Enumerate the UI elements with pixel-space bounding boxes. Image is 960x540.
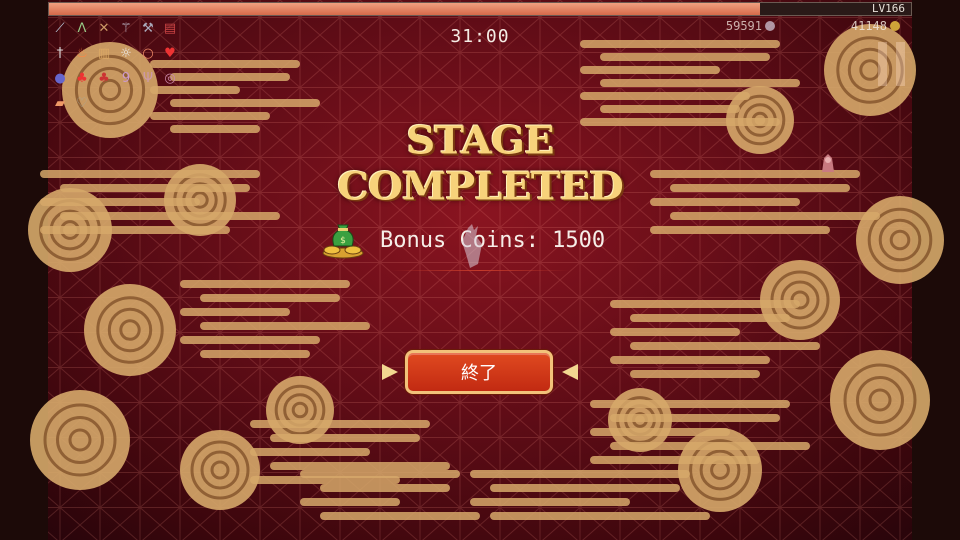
kill-count: 59591 <box>725 19 762 33</box>
ring-icon: ○ <box>142 45 154 61</box>
cloud-band <box>610 414 780 422</box>
title-line-1: STAGE <box>406 118 554 163</box>
cloud-band <box>270 462 450 470</box>
cloud-band <box>60 212 280 220</box>
selector-arrow-right-icon <box>562 364 578 380</box>
cloud-band <box>40 226 230 234</box>
cloud-swirl <box>30 390 130 490</box>
cloud-swirl <box>678 428 762 512</box>
cloud-band <box>590 456 760 464</box>
coin-icon <box>890 21 900 31</box>
pause-icon <box>878 42 887 86</box>
knife-icon: † <box>56 45 64 61</box>
game-screen: LV166 31:00 59591 41148 ⟋ ᐱ ✕ ⚚ ⚒ ▤ † ♨ ▥ ☼ ○ ♥ ● ♣ ♣ 9… <box>0 0 960 540</box>
clover-icon: ♣ <box>98 70 110 86</box>
pause-icon-bar <box>896 42 905 86</box>
cloud-band <box>600 79 800 87</box>
cloud-swirl <box>266 376 334 444</box>
stage-completed-title: STAGE COMPLETED <box>0 118 960 210</box>
cloud-band <box>670 212 880 220</box>
crossbow-icon: ✕ <box>98 20 110 36</box>
cloud-band <box>320 484 450 492</box>
heart-outline-icon: ♡ <box>76 95 88 111</box>
bomb-icon: ● <box>54 70 66 86</box>
heart-icon: ♥ <box>164 45 176 61</box>
cloud-band <box>610 442 810 450</box>
inventory-panel: ⟋ ᐱ ✕ ⚚ ⚒ ▤ † ♨ ▥ ☼ ○ ♥ ● ♣ ♣ 9 Ψ ◎ ▰ ♡ <box>50 18 190 118</box>
cloud-band <box>600 105 740 113</box>
tome-icon: ▥ <box>97 45 111 61</box>
cloud-band <box>590 428 730 436</box>
cloud-band <box>630 342 820 350</box>
wand-icon: ⚚ <box>120 20 132 36</box>
divider-line <box>390 270 570 271</box>
pause-button[interactable] <box>878 42 908 86</box>
cloud-band <box>610 300 800 308</box>
cloud-band <box>600 53 770 61</box>
fire-icon: ♨ <box>76 45 88 61</box>
cloud-band <box>270 434 420 442</box>
cloud-band <box>630 314 790 322</box>
ghost-sprite-icon <box>462 224 482 268</box>
inventory-row: † ♨ ▥ ☼ ○ ♥ <box>50 43 190 65</box>
cloud-band <box>470 470 690 478</box>
cloud-band <box>300 498 400 506</box>
gold-count: 41148 <box>850 19 887 33</box>
cloud-band <box>490 512 710 520</box>
garlic-icon: ☼ <box>120 45 132 61</box>
end-button[interactable]: 終了 <box>405 350 553 394</box>
cloud-band <box>170 99 320 107</box>
experience-bar: LV166 <box>48 2 912 16</box>
inventory-row: ⟋ ᐱ ✕ ⚚ ⚒ ▤ <box>50 18 190 40</box>
cloud-band <box>470 498 630 506</box>
title-line-2: COMPLETED <box>337 164 624 209</box>
donut-icon: ◎ <box>164 70 176 86</box>
selector-arrow-left-icon <box>382 364 398 380</box>
level-label: LV166 <box>871 2 905 15</box>
gold-counter: 41148 <box>851 19 900 33</box>
cloud-band <box>490 484 680 492</box>
cloud-band <box>200 322 370 330</box>
cloud-band <box>250 420 430 428</box>
cloud-band <box>180 336 320 344</box>
svg-text:$: $ <box>340 236 346 246</box>
cloud-band <box>200 294 340 302</box>
cloud-band <box>580 66 720 74</box>
bat-enemy-icon <box>822 154 834 172</box>
bonus-coins-label: Bonus Coins: 1500 <box>380 227 606 253</box>
kill-counter: 59591 <box>726 19 775 33</box>
spinach-icon: ♣ <box>76 70 88 86</box>
cloud-band <box>250 448 370 456</box>
cloud-band <box>180 308 290 316</box>
cloud-band <box>200 350 310 358</box>
coin-bag-icon: $ <box>322 224 364 259</box>
experience-fill <box>49 3 761 15</box>
nine-icon: 9 <box>121 70 131 86</box>
cloud-band <box>630 370 760 378</box>
cloud-band <box>590 400 790 408</box>
candle-icon: Ψ <box>142 70 154 86</box>
book-icon: ▤ <box>163 20 177 36</box>
cloud-swirl <box>84 284 176 376</box>
inventory-row: ● ♣ ♣ 9 Ψ ◎ <box>50 68 190 90</box>
cloud-band <box>300 470 460 478</box>
cloud-swirl <box>830 350 930 450</box>
whip-icon: ⟋ <box>55 20 65 36</box>
bandage-icon: ▰ <box>55 95 65 111</box>
cloud-band <box>610 356 770 364</box>
cloud-band <box>610 328 740 336</box>
cloud-band <box>180 280 350 288</box>
cloud-swirl <box>180 430 260 510</box>
inventory-row: ▰ ♡ <box>50 93 190 115</box>
cloud-band <box>320 512 480 520</box>
skull-icon <box>765 21 775 31</box>
cloud-band <box>580 92 750 100</box>
axe-icon: ⚒ <box>142 20 154 36</box>
bird-icon: ᐱ <box>77 20 87 36</box>
cloud-band <box>650 226 830 234</box>
